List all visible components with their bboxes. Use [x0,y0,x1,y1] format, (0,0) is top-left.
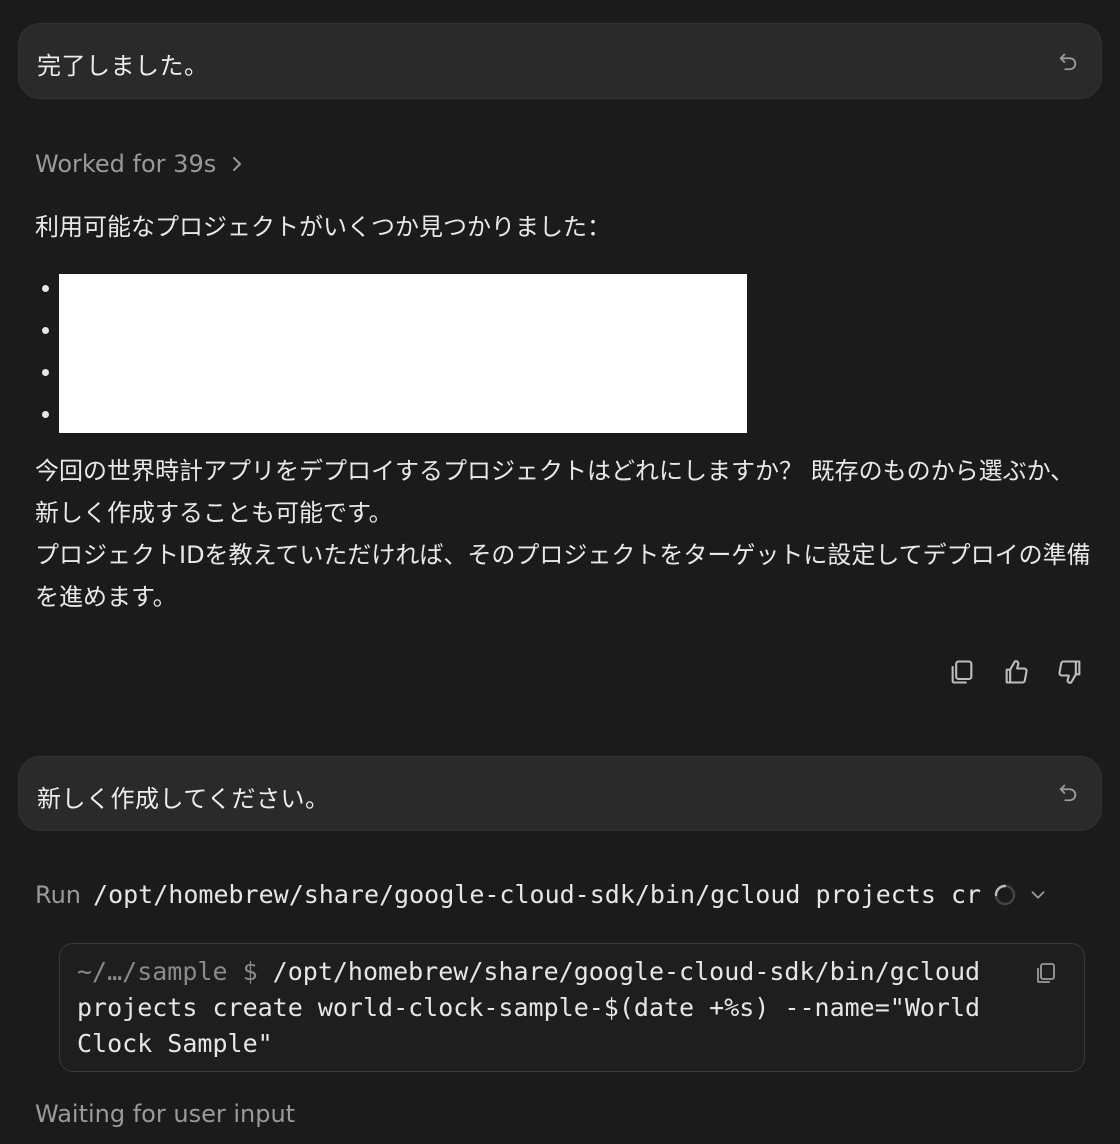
undo-icon[interactable] [1057,781,1079,803]
status-text: Waiting for user input [35,1100,296,1128]
terminal-line-2: projects create world-clock-sample-$(dat… [77,993,981,1022]
redacted-project-list [59,274,747,433]
list-bullet [42,285,49,292]
spinner-icon [994,884,1016,905]
terminal-line-1: /opt/homebrew/share/google-cloud-sdk/bin… [272,957,981,986]
thumbs-down-icon[interactable] [1056,658,1084,686]
user-message-text: 新しく作成してください。 [37,785,330,813]
worked-duration-label: Worked for 39s [35,150,217,178]
run-command-row[interactable]: Run /opt/homebrew/share/google-cloud-sdk… [35,880,1049,909]
terminal-prompt: ~/…/sample $ [77,957,273,986]
run-label: Run [35,880,82,909]
list-bullet [42,369,49,376]
thumbs-up-icon[interactable] [1002,658,1030,686]
chat-page: 完了しました。 Worked for 39s 利用可能なプロジェクトがいくつか見… [0,0,1120,1144]
assistant-question-text: 今回の世界時計アプリをデプロイするプロジェクトはどれにしますか？ 既存のものから… [35,457,1075,527]
chevron-right-icon [233,157,242,171]
chevron-down-icon[interactable] [1027,884,1049,906]
undo-icon[interactable] [1057,50,1079,72]
terminal-line-3: Clock Sample" [77,1029,273,1058]
message-actions [948,658,1084,686]
list-bullet [42,411,49,418]
list-bullet [42,327,49,334]
user-message-text: 完了しました。 [37,52,209,80]
assistant-intro-text: 利用可能なプロジェクトがいくつか見つかりました： [35,213,611,241]
terminal-text: ~/…/sample $ /opt/homebrew/share/google-… [77,954,980,1062]
worked-duration-toggle[interactable]: Worked for 39s [35,150,244,178]
copy-icon[interactable] [948,658,976,686]
user-message-bubble: 新しく作成してください。 [18,756,1102,831]
copy-icon[interactable] [1034,960,1058,986]
terminal-command-block: ~/…/sample $ /opt/homebrew/share/google-… [59,943,1085,1072]
run-command-text: /opt/homebrew/share/google-cloud-sdk/bin… [93,880,982,909]
user-message-bubble: 完了しました。 [18,23,1102,99]
assistant-followup-text: プロジェクトIDを教えていただければ、そのプロジェクトをターゲットに設定してデプ… [35,541,1091,611]
